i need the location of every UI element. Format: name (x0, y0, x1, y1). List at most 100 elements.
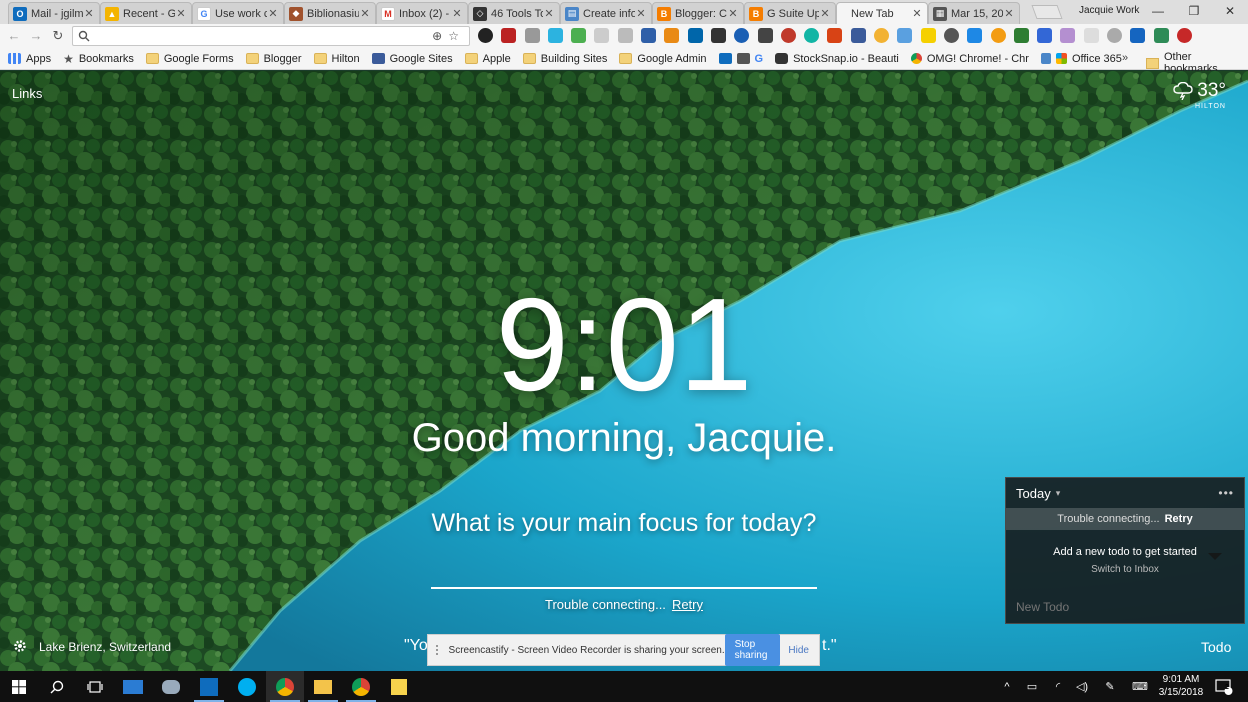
bookmark-office-365[interactable]: Office 365 (1040, 53, 1122, 65)
close-icon[interactable]: ✕ (819, 7, 831, 20)
bookmark-building-sites[interactable]: Building Sites (522, 53, 607, 65)
tab-recent[interactable]: ▲ Recent - G ✕ (100, 2, 192, 24)
show-hidden-icons[interactable]: ^ (998, 671, 1016, 702)
extension-icon[interactable] (710, 28, 726, 43)
extension-icon[interactable] (967, 28, 983, 43)
close-icon[interactable]: ✕ (267, 7, 279, 20)
close-icon[interactable]: ✕ (911, 7, 923, 20)
chevron-down-icon[interactable]: ▾ (1056, 488, 1061, 499)
close-icon[interactable]: ✕ (83, 7, 95, 20)
drag-handle-icon[interactable] (436, 645, 441, 655)
tab-gsuite[interactable]: B G Suite Up ✕ (744, 2, 836, 24)
taskbar-file-explorer[interactable] (304, 671, 342, 702)
todo-button[interactable]: Todo (1201, 639, 1231, 655)
weather-widget[interactable]: 33° HILTON (1173, 80, 1226, 110)
action-center[interactable]: 2 (1212, 671, 1236, 702)
address-bar[interactable]: ⊕☆ (72, 26, 470, 46)
extension-icon[interactable] (501, 28, 517, 43)
extension-icon[interactable] (664, 28, 680, 43)
tab-new-tab[interactable]: New Tab ✕ (836, 2, 928, 24)
forward-icon[interactable]: → (28, 28, 44, 44)
tab-blogger[interactable]: B Blogger: C ✕ (652, 2, 744, 24)
profile-name[interactable]: Jacquie Work (1079, 5, 1139, 16)
extension-icon[interactable] (1013, 28, 1029, 43)
tab-mail[interactable]: O Mail - jgilm ✕ (8, 2, 100, 24)
extension-icon[interactable] (850, 28, 866, 43)
clock-time[interactable]: 9:01 (0, 279, 1248, 411)
pen-icon[interactable]: ✎ (1100, 671, 1120, 702)
taskbar-outlook[interactable] (190, 671, 228, 702)
extension-icon[interactable] (1083, 28, 1099, 43)
close-icon[interactable]: ✕ (359, 7, 371, 20)
bookmark-google-admin[interactable]: Google Admin (619, 53, 707, 65)
extension-icon[interactable] (571, 28, 587, 43)
gear-icon[interactable] (13, 639, 27, 653)
keyboard-icon[interactable]: ⌨ (1128, 671, 1152, 702)
close-icon[interactable]: ✕ (635, 7, 647, 20)
extension-icon[interactable] (478, 28, 493, 43)
extension-icon[interactable] (827, 28, 843, 43)
back-icon[interactable]: ← (6, 28, 22, 44)
extension-icon[interactable] (547, 28, 563, 43)
extension-icon[interactable] (641, 28, 657, 43)
extension-icon[interactable] (757, 28, 773, 43)
tab-mar-15[interactable]: ▦ Mar 15, 20 ✕ (928, 2, 1020, 24)
more-bookmarks-chevron[interactable]: » (1122, 52, 1128, 64)
extension-icon[interactable] (594, 28, 610, 43)
extension-icon[interactable] (1060, 28, 1076, 43)
new-tab-button[interactable] (1031, 5, 1063, 19)
taskbar-app[interactable] (152, 671, 190, 702)
tab-46-tools[interactable]: ◇ 46 Tools To ✕ (468, 2, 560, 24)
tab-use-work[interactable]: G Use work c ✕ (192, 2, 284, 24)
bookmark-omg-chrome[interactable]: OMG! Chrome! - Chr (910, 53, 1029, 65)
volume-icon[interactable]: ◁) (1072, 671, 1092, 702)
todo-retry-link[interactable]: Retry (1165, 513, 1193, 525)
reload-icon[interactable]: ↻ (50, 28, 66, 44)
bookmark-hilton[interactable]: Hilton (313, 53, 360, 65)
tab-inbox[interactable]: M Inbox (2) - ✕ (376, 2, 468, 24)
bookmark-google-sites[interactable]: Google Sites (371, 53, 453, 65)
extension-icon[interactable] (1176, 28, 1192, 43)
extension-icon[interactable] (897, 28, 913, 43)
retry-link[interactable]: Retry (672, 597, 703, 612)
focus-input[interactable] (431, 571, 817, 589)
extension-icon[interactable] (804, 28, 820, 43)
taskbar-skype[interactable] (228, 671, 266, 702)
bookmark-star-icon[interactable]: ☆ (448, 29, 465, 43)
start-button[interactable] (0, 671, 38, 702)
extension-icon[interactable] (1107, 28, 1123, 43)
close-icon[interactable]: ✕ (175, 7, 187, 20)
search-button[interactable] (38, 671, 76, 702)
bookmark-outlook-shortcut[interactable]: G (718, 53, 770, 65)
extension-icon[interactable] (734, 28, 750, 43)
bookmark-apps[interactable]: Apps (8, 53, 51, 65)
switch-to-inbox-link[interactable]: Switch to Inbox (1006, 564, 1244, 575)
bookmark-apple[interactable]: Apple (464, 53, 511, 65)
links-button[interactable]: Links (12, 86, 42, 101)
close-icon[interactable]: ✕ (543, 7, 555, 20)
new-todo-input[interactable] (1016, 600, 1226, 614)
extension-icon[interactable] (780, 28, 796, 43)
extension-icon[interactable] (1153, 28, 1169, 43)
battery-icon[interactable]: ▭ (1022, 671, 1042, 702)
bookmark-stocksnap[interactable]: StockSnap.io - Beauti (775, 53, 899, 65)
extension-icon[interactable] (920, 28, 936, 43)
task-view-button[interactable] (76, 671, 114, 702)
extension-icon[interactable] (874, 28, 890, 43)
extension-icon[interactable] (943, 28, 959, 43)
bookmark-bookmarks[interactable]: ★ Bookmarks (63, 52, 134, 66)
taskbar-chrome-profile[interactable] (342, 671, 380, 702)
close-icon[interactable]: ✕ (727, 7, 739, 20)
tab-create-info[interactable]: ▤ Create info ✕ (560, 2, 652, 24)
close-window-icon[interactable]: ✕ (1212, 0, 1248, 22)
bookmark-blogger[interactable]: Blogger (245, 53, 302, 65)
wifi-icon[interactable]: ◜ (1048, 671, 1068, 702)
close-icon[interactable]: ✕ (1003, 7, 1015, 20)
extension-icon[interactable] (687, 28, 703, 43)
photo-location[interactable]: Lake Brienz, Switzerland (39, 640, 171, 654)
taskbar-mail[interactable] (114, 671, 152, 702)
tab-biblionasium[interactable]: ◆ Biblionasiu ✕ (284, 2, 376, 24)
taskbar-chrome[interactable] (266, 671, 304, 702)
extension-icon[interactable] (617, 28, 633, 43)
extension-icon[interactable] (1130, 28, 1146, 43)
